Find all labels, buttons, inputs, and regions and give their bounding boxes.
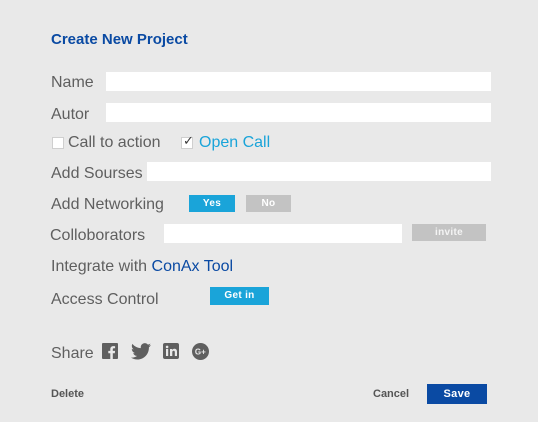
invite-button[interactable]: invite bbox=[412, 224, 486, 241]
call-to-action-checkbox[interactable] bbox=[52, 137, 64, 149]
twitter-icon[interactable] bbox=[131, 343, 151, 361]
get-in-button[interactable]: Get in bbox=[210, 287, 269, 305]
networking-yes-button[interactable]: Yes bbox=[189, 195, 235, 212]
google-plus-icon[interactable]: G+ bbox=[192, 343, 210, 361]
add-networking-label: Add Networking bbox=[51, 196, 164, 213]
svg-text:G+: G+ bbox=[195, 348, 206, 357]
conax-tool-link[interactable]: ConAx Tool bbox=[152, 258, 234, 275]
integrate-text: Integrate with bbox=[51, 258, 148, 275]
checkmark-icon: ✓ bbox=[183, 133, 194, 148]
dialog-title: Create New Project bbox=[51, 31, 188, 48]
add-sourses-input[interactable] bbox=[147, 162, 491, 181]
autor-input[interactable] bbox=[106, 103, 491, 122]
autor-label: Autor bbox=[51, 106, 90, 123]
name-label: Name bbox=[51, 74, 94, 91]
facebook-icon[interactable] bbox=[102, 343, 120, 361]
access-control-label: Access Control bbox=[51, 291, 159, 308]
delete-button[interactable]: Delete bbox=[51, 388, 84, 400]
collaborators-label: Colloborators bbox=[50, 227, 146, 244]
cancel-button[interactable]: Cancel bbox=[373, 388, 409, 400]
collaborators-input[interactable] bbox=[164, 224, 402, 243]
share-label: Share bbox=[51, 345, 94, 362]
call-to-action-label: Call to action bbox=[68, 134, 161, 151]
open-call-label: Open Call bbox=[199, 134, 271, 151]
open-call-checkbox[interactable]: ✓ bbox=[181, 133, 194, 149]
integrate-label: Integrate with ConAx Tool bbox=[51, 258, 233, 276]
networking-no-button[interactable]: No bbox=[246, 195, 291, 212]
save-button[interactable]: Save bbox=[427, 384, 487, 404]
linkedin-icon[interactable] bbox=[163, 343, 181, 361]
add-sourses-label: Add Sourses bbox=[51, 165, 143, 182]
name-input[interactable] bbox=[106, 72, 491, 91]
